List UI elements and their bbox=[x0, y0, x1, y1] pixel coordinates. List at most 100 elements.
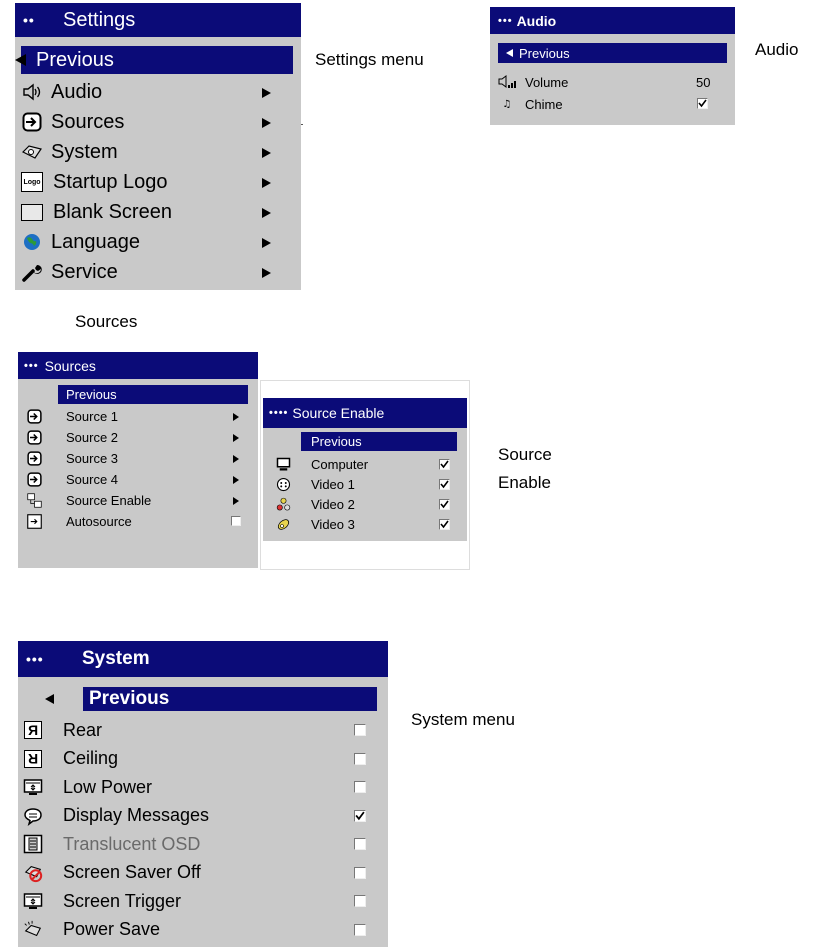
computer-icon bbox=[275, 457, 291, 472]
item-label: Display Messages bbox=[63, 805, 210, 825]
source-input-icon bbox=[26, 472, 42, 487]
source-input-icon bbox=[21, 112, 43, 132]
enable-checkbox[interactable] bbox=[439, 499, 450, 510]
system-checkbox[interactable] bbox=[354, 781, 366, 793]
item-label: Audio bbox=[51, 80, 103, 103]
source-enable-item[interactable]: Video 3 bbox=[263, 514, 467, 534]
source-input-icon bbox=[26, 430, 42, 445]
system-previous-button[interactable]: Previous bbox=[83, 687, 377, 711]
speaker-icon bbox=[21, 83, 43, 101]
enable-checkbox[interactable] bbox=[439, 459, 450, 470]
display-messages-icon bbox=[23, 806, 43, 826]
system-item[interactable]: Screen Saver Off bbox=[18, 859, 388, 887]
source-input-icon bbox=[26, 451, 42, 466]
system-checkbox[interactable] bbox=[354, 923, 366, 936]
submenu-arrow-icon bbox=[262, 238, 271, 248]
item-label: Computer bbox=[311, 456, 369, 472]
system-item[interactable]: Low Power bbox=[18, 773, 388, 801]
settings-item-startup-logo[interactable]: Logo Startup Logo bbox=[15, 167, 301, 197]
system-checkbox[interactable] bbox=[354, 866, 366, 879]
enable-checkbox[interactable] bbox=[439, 479, 450, 490]
wrench-icon bbox=[21, 262, 43, 282]
system-checkbox[interactable] bbox=[354, 809, 366, 822]
sources-item[interactable]: Source Enable bbox=[18, 490, 258, 511]
submenu-arrow-icon bbox=[233, 497, 239, 505]
back-arrow-icon bbox=[45, 694, 54, 704]
stray-mark bbox=[301, 124, 303, 125]
chime-checkbox[interactable] bbox=[697, 98, 708, 109]
item-label: Source 1 bbox=[66, 409, 119, 424]
system-checkbox[interactable] bbox=[354, 724, 366, 736]
system-item[interactable]: Translucent OSD bbox=[18, 830, 388, 858]
sources-previous-button[interactable]: Previous bbox=[58, 385, 248, 404]
submenu-arrow-icon bbox=[262, 208, 271, 218]
source-enable-header: •••• Source Enable bbox=[263, 398, 467, 428]
system-item[interactable]: R Ceiling bbox=[18, 745, 388, 773]
audio-item-volume[interactable]: Volume 50 bbox=[490, 71, 735, 93]
settings-menu: •• Settings Previous Audio Sources Syste… bbox=[15, 3, 301, 290]
item-label: Source 4 bbox=[66, 472, 119, 487]
previous-label: Previous bbox=[89, 688, 170, 709]
system-item[interactable]: Display Messages bbox=[18, 802, 388, 830]
enable-checkbox[interactable] bbox=[439, 519, 450, 530]
component-icon bbox=[275, 517, 291, 532]
previous-label: Previous bbox=[519, 45, 570, 61]
settings-item-sources[interactable]: Sources bbox=[15, 107, 301, 137]
source-enable-item[interactable]: Video 1 bbox=[263, 474, 467, 494]
sources-item[interactable]: Source 4 bbox=[18, 469, 258, 490]
item-label: Source Enable bbox=[66, 493, 152, 508]
source-enable-item[interactable]: Computer bbox=[263, 454, 467, 474]
menu-dots-icon: •• bbox=[23, 12, 35, 28]
menu-dots-icon: ••• bbox=[24, 359, 39, 372]
settings-header: •• Settings bbox=[15, 3, 301, 37]
low-power-icon bbox=[23, 777, 43, 797]
system-checkbox[interactable] bbox=[354, 752, 366, 765]
power-save-icon bbox=[23, 920, 43, 940]
caption-sources: Sources bbox=[75, 312, 138, 331]
item-label: Chime bbox=[525, 96, 563, 112]
system-item[interactable]: R Rear bbox=[18, 716, 388, 744]
source-input-icon bbox=[26, 409, 42, 424]
audio-previous-button[interactable]: Previous bbox=[498, 43, 727, 63]
settings-item-system[interactable]: System bbox=[15, 137, 301, 167]
system-checkbox[interactable] bbox=[354, 895, 366, 907]
system-item[interactable]: Power Save bbox=[18, 916, 388, 944]
system-checkbox[interactable] bbox=[354, 838, 366, 850]
system-icon bbox=[21, 143, 43, 161]
sources-item[interactable]: Source 2 bbox=[18, 427, 258, 448]
ceiling-icon: R bbox=[24, 749, 42, 768]
system-item[interactable]: Screen Trigger bbox=[18, 887, 388, 915]
item-label: Video 2 bbox=[311, 496, 355, 512]
item-label: Startup Logo bbox=[53, 170, 168, 193]
volume-icon bbox=[498, 75, 516, 89]
sources-item[interactable]: Source 1 bbox=[18, 406, 258, 427]
system-header: ••• System bbox=[18, 641, 388, 677]
item-label: Source 2 bbox=[66, 430, 119, 445]
item-label: Power Save bbox=[63, 919, 161, 939]
autosource-checkbox[interactable] bbox=[231, 516, 241, 526]
item-label: Volume bbox=[525, 74, 569, 90]
logo-icon: Logo bbox=[21, 172, 43, 192]
previous-label: Previous bbox=[36, 48, 114, 71]
source-enable-title: Source Enable bbox=[292, 405, 385, 421]
composite-icon bbox=[275, 497, 291, 512]
settings-item-service[interactable]: Service bbox=[15, 257, 301, 287]
audio-title: Audio bbox=[516, 12, 557, 29]
settings-item-language[interactable]: Language bbox=[15, 227, 301, 257]
source-enable-item[interactable]: Video 2 bbox=[263, 494, 467, 514]
caption-audio: Audio bbox=[755, 40, 799, 59]
source-enable-previous-button[interactable]: Previous bbox=[301, 432, 457, 451]
settings-previous-button[interactable]: Previous bbox=[15, 46, 293, 74]
settings-item-audio[interactable]: Audio bbox=[15, 77, 301, 107]
caption-source-enable-line1: Source bbox=[498, 445, 552, 464]
submenu-arrow-icon bbox=[262, 268, 271, 278]
system-title: System bbox=[82, 648, 150, 669]
submenu-arrow-icon bbox=[233, 455, 239, 463]
back-arrow-icon bbox=[506, 49, 513, 57]
sources-item[interactable]: Source 3 bbox=[18, 448, 258, 469]
settings-item-blank-screen[interactable]: Blank Screen bbox=[15, 197, 301, 227]
audio-item-chime[interactable]: ♫ Chime bbox=[490, 93, 735, 115]
rear-icon: R bbox=[24, 721, 42, 739]
sources-item[interactable]: Autosource bbox=[18, 511, 258, 532]
item-label: Ceiling bbox=[63, 748, 119, 768]
